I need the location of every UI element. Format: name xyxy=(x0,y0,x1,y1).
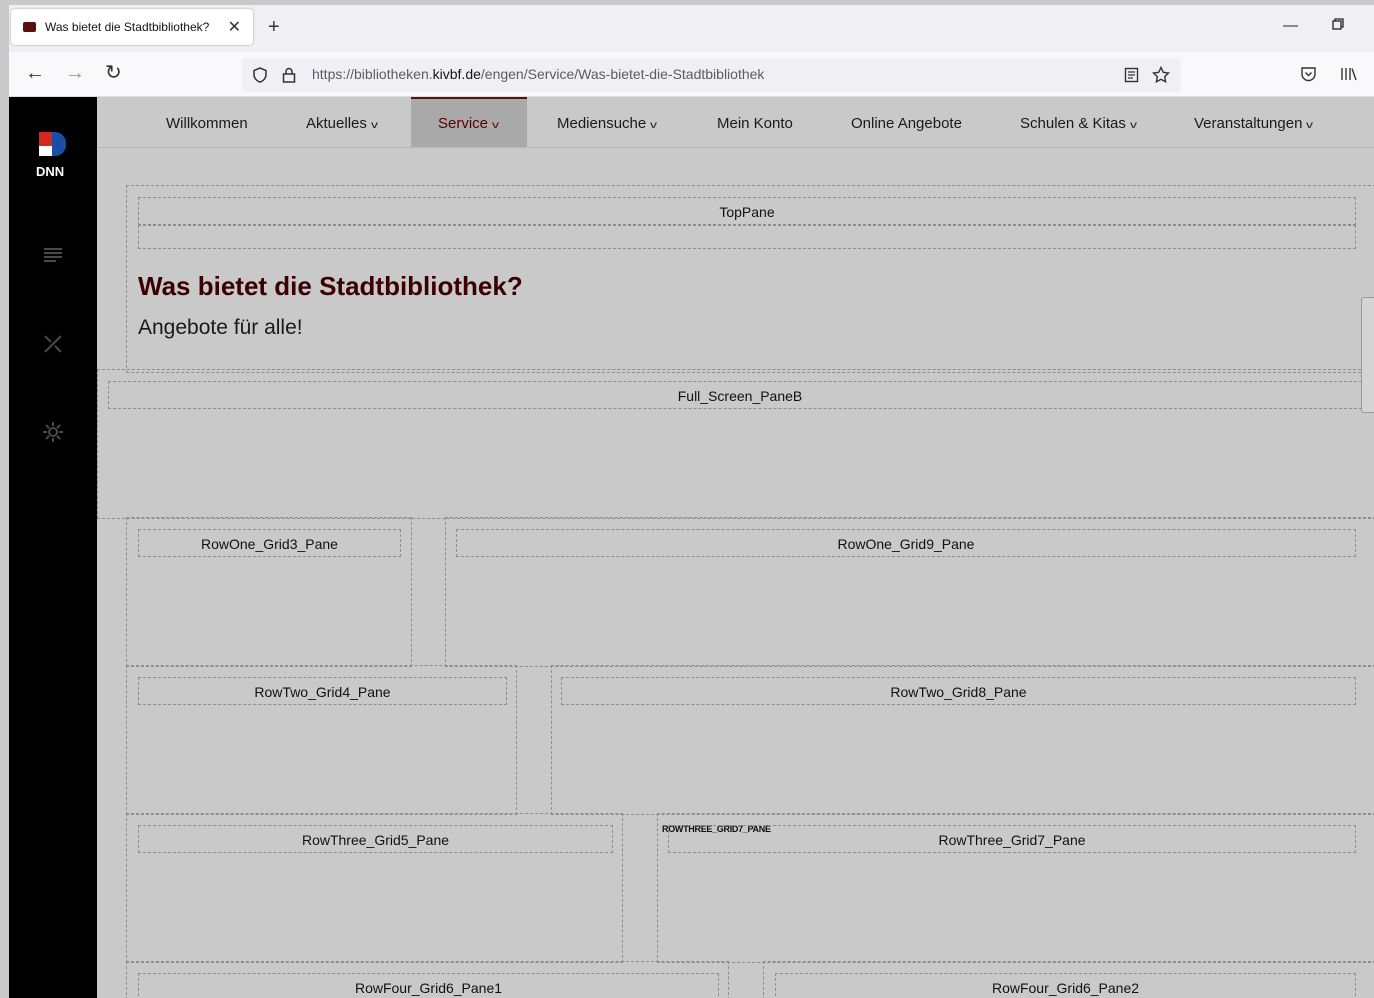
row-four-grid6-pane2: RowFour_Grid6_Pane2 xyxy=(775,973,1356,998)
menu-item-aktuelles[interactable]: Aktuelles v xyxy=(306,97,378,147)
row-one-grid9-pane: RowOne_Grid9_Pane xyxy=(456,529,1356,557)
chevron-down-icon: v xyxy=(370,120,378,131)
full-screen-pane-b: Full_Screen_PaneB xyxy=(108,381,1372,409)
tools-icon[interactable] xyxy=(42,333,64,355)
browser-window: Was bietet die Stadtbibliothek? ✕ + — ← … xyxy=(9,5,1374,998)
site-favicon-icon xyxy=(23,22,36,32)
menu-item-mediensuche[interactable]: Mediensuche v xyxy=(557,97,657,147)
tab-strip: Was bietet die Stadtbibliothek? ✕ + — xyxy=(9,5,1374,52)
chevron-down-icon: v xyxy=(1306,120,1314,131)
web-page: DNN Willkommen Aktuelles v Service v Medie… xyxy=(9,97,1374,998)
new-tab-icon[interactable]: + xyxy=(268,17,280,37)
reload-icon[interactable]: ↻ xyxy=(105,63,122,83)
top-pane-drop-area xyxy=(138,225,1356,249)
top-pane: TopPane xyxy=(138,197,1356,225)
chevron-down-icon: v xyxy=(650,120,658,131)
navigation-toolbar: ← → ↻ https://bibliotheken.kivbf.de/enge… xyxy=(9,52,1374,97)
page-subtitle: Angebote für alle! xyxy=(138,316,303,339)
row-three-grid5-pane: RowThree_Grid5_Pane xyxy=(138,825,613,853)
main-menu: Willkommen Aktuelles v Service v Mediensuc… xyxy=(97,97,1374,148)
forward-icon[interactable]: → xyxy=(65,63,85,83)
close-tab-icon[interactable]: ✕ xyxy=(228,17,241,37)
row-three-grid7-pane: RowThree_Grid7_Pane xyxy=(668,825,1356,853)
dnn-persona-bar: DNN xyxy=(9,97,97,998)
menu-item-schulen-kitas[interactable]: Schulen & Kitas v xyxy=(1020,97,1137,147)
edit-bar-handle[interactable] xyxy=(1361,297,1374,413)
reader-view-icon[interactable] xyxy=(1124,67,1139,83)
content-icon[interactable] xyxy=(42,245,64,267)
library-icon[interactable] xyxy=(1340,66,1358,82)
settings-gear-icon[interactable] xyxy=(42,421,64,443)
menu-item-veranstaltungen[interactable]: Veranstaltungen v xyxy=(1194,97,1313,147)
browser-tab[interactable]: Was bietet die Stadtbibliothek? ✕ xyxy=(11,9,253,45)
menu-item-service[interactable]: Service v xyxy=(411,97,527,147)
row-one-grid3-pane: RowOne_Grid3_Pane xyxy=(138,529,401,557)
chevron-down-icon: v xyxy=(492,120,500,131)
menu-item-mein-konto[interactable]: Mein Konto xyxy=(717,97,793,147)
menu-item-willkommen[interactable]: Willkommen xyxy=(166,97,248,147)
back-icon[interactable]: ← xyxy=(25,63,45,83)
url-text[interactable]: https://bibliotheken.kivbf.de/engen/Serv… xyxy=(312,66,764,82)
menu-item-online-angebote[interactable]: Online Angebote xyxy=(851,97,962,147)
minimize-icon[interactable]: — xyxy=(1283,17,1298,34)
row-four-grid6-pane1: RowFour_Grid6_Pane1 xyxy=(138,973,719,998)
chevron-down-icon: v xyxy=(1129,120,1137,131)
address-bar[interactable]: https://bibliotheken.kivbf.de/engen/Serv… xyxy=(242,58,1181,92)
tracking-shield-icon[interactable] xyxy=(252,67,268,83)
lock-icon[interactable] xyxy=(282,67,296,83)
bookmark-star-icon[interactable] xyxy=(1152,66,1170,84)
row-two-grid4-pane: RowTwo_Grid4_Pane xyxy=(138,677,507,705)
page-title: Was bietet die Stadtbibliothek? xyxy=(138,271,523,301)
svg-text:DNN: DNN xyxy=(36,164,64,179)
restore-window-icon[interactable] xyxy=(1332,17,1344,34)
row-two-grid8-pane: RowTwo_Grid8_Pane xyxy=(561,677,1356,705)
tab-title: Was bietet die Stadtbibliothek? xyxy=(45,20,210,34)
dnn-logo-icon[interactable]: DNN xyxy=(35,130,71,182)
pocket-icon[interactable] xyxy=(1300,66,1317,82)
